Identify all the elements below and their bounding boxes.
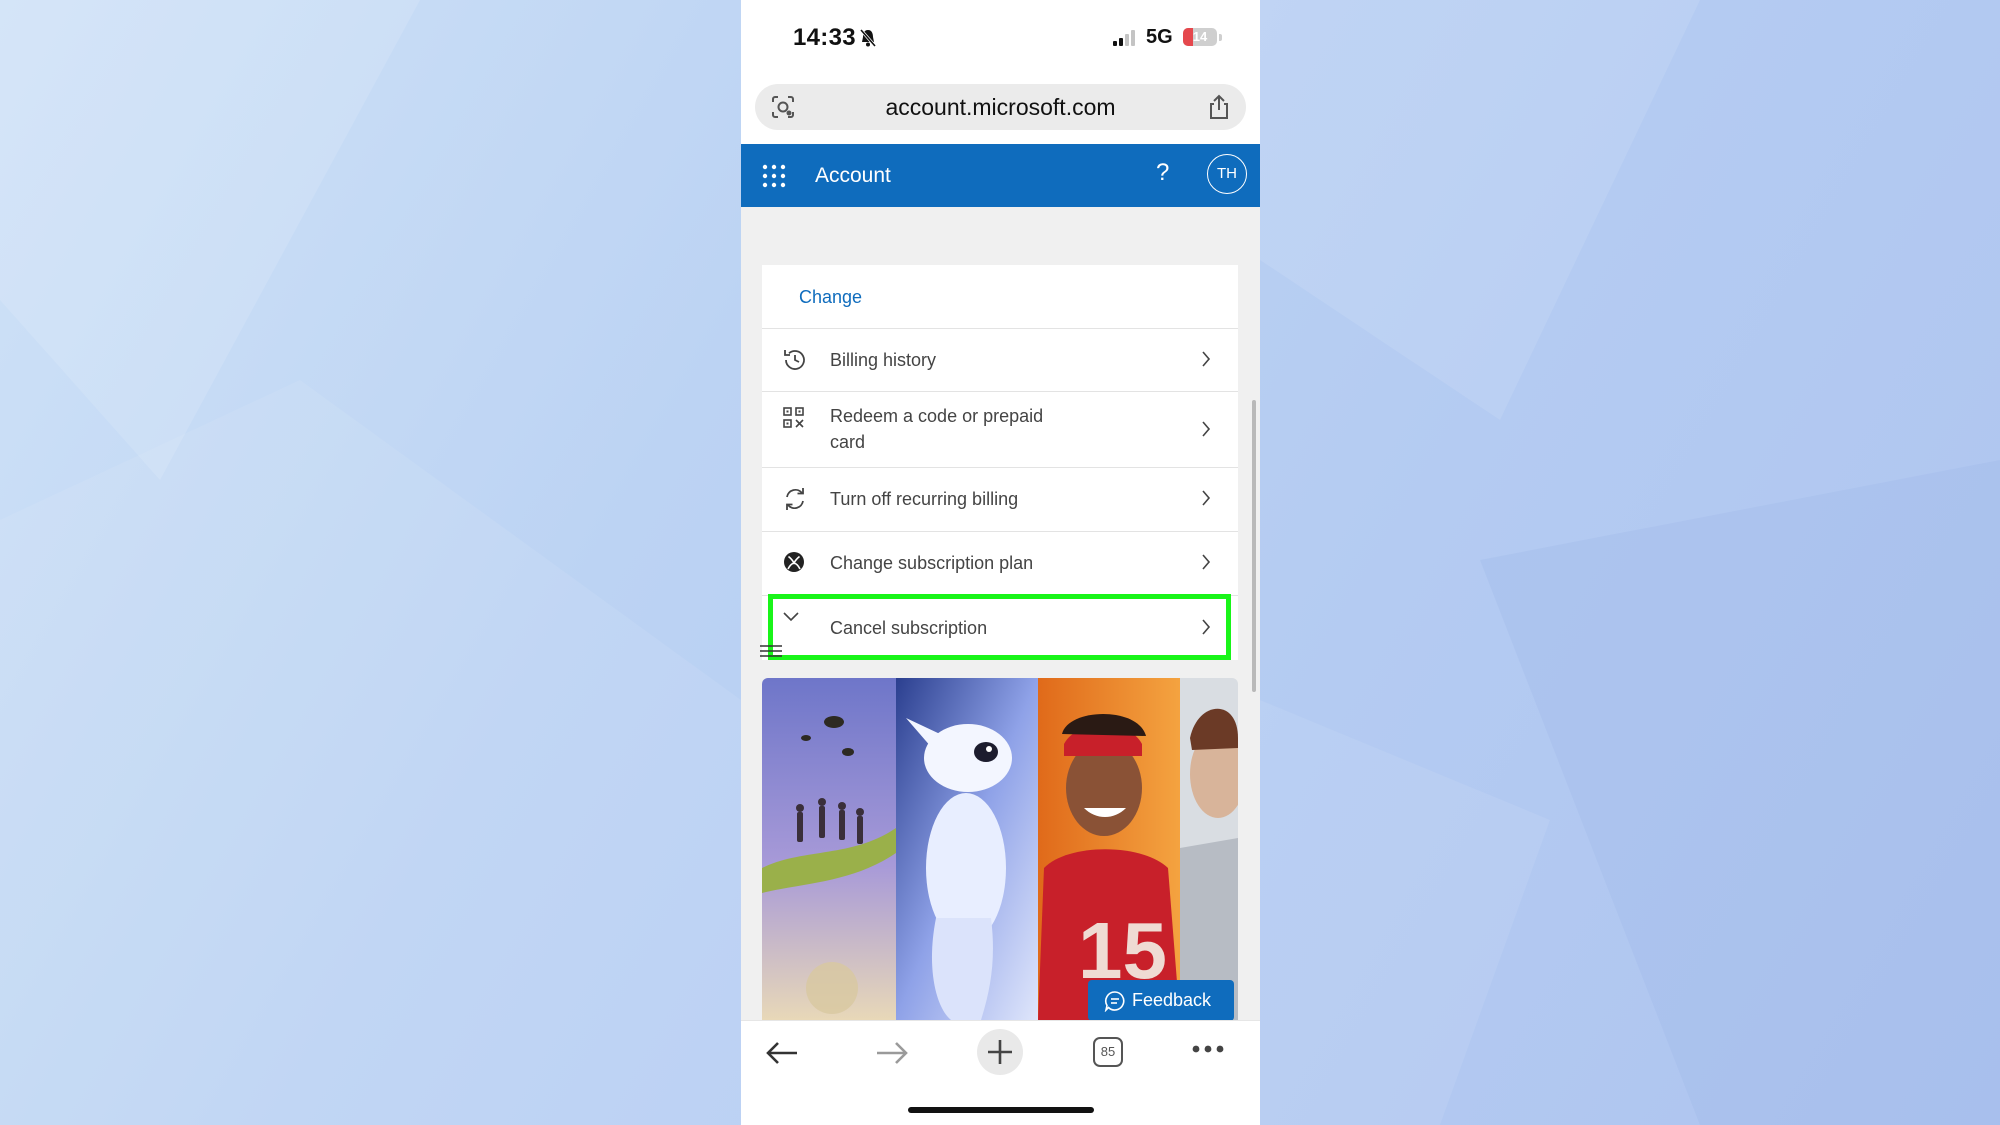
- qr-code-icon: [783, 407, 804, 428]
- address-bar[interactable]: account.microsoft.com: [755, 84, 1246, 130]
- battery-percent: 14: [1192, 29, 1208, 44]
- clock: 14:33: [793, 24, 856, 51]
- chevron-right-icon: [1202, 421, 1211, 437]
- feedback-label: Feedback: [1132, 990, 1212, 1010]
- feedback-button[interactable]: Feedback: [1088, 980, 1234, 1020]
- history-icon: [784, 350, 805, 370]
- grounded-game-art: [762, 678, 896, 1020]
- share-icon[interactable]: [1206, 93, 1232, 121]
- menu-item-turn-off-recurring-billing[interactable]: Turn off recurring billing: [762, 468, 1238, 532]
- forward-arrow-icon[interactable]: [875, 1041, 909, 1065]
- status-bar: 14:33 5G 14: [741, 0, 1260, 78]
- madden-game-art: 15: [1038, 678, 1180, 1020]
- scrollbar[interactable]: [1252, 400, 1256, 692]
- ori-game-art: [896, 678, 1038, 1020]
- network-type: 5G: [1146, 26, 1173, 48]
- back-arrow-icon[interactable]: [765, 1041, 799, 1065]
- drag-handle-icon[interactable]: [760, 643, 782, 659]
- menu-item-label: Change subscription plan: [830, 553, 1034, 573]
- account-header: Account ? TH: [741, 144, 1260, 207]
- signal-strength-icon: [1113, 30, 1135, 46]
- game-pass-artwork: 15: [762, 678, 1238, 1020]
- menu-item-redeem-code[interactable]: Redeem a code or prepaid card: [762, 392, 1238, 468]
- battery-icon: 14: [1183, 28, 1217, 46]
- page-content: Change Billing history Redeem a code or …: [741, 207, 1260, 1020]
- xbox-icon: [784, 552, 804, 572]
- menu-item-label: Redeem a code or prepaid card: [830, 406, 1044, 452]
- chevron-right-icon: [1202, 554, 1211, 570]
- change-row: Change: [762, 265, 1238, 329]
- menu-item-label: Turn off recurring billing: [830, 489, 1019, 509]
- chevron-right-icon: [1202, 490, 1211, 506]
- chat-bubble-icon: [1104, 991, 1125, 1012]
- avatar[interactable]: TH: [1207, 154, 1247, 194]
- silent-bell-icon: [859, 29, 877, 47]
- help-icon[interactable]: ?: [1156, 159, 1169, 187]
- menu-item-billing-history[interactable]: Billing history: [762, 329, 1238, 392]
- menu-item-label: Billing history: [830, 350, 937, 370]
- url-text[interactable]: account.microsoft.com: [755, 94, 1246, 121]
- home-indicator[interactable]: [908, 1107, 1094, 1113]
- plus-icon: [988, 1040, 1012, 1064]
- phone-screen: 14:33 5G 14 account.microsoft.com Accoun…: [741, 0, 1260, 1125]
- change-link[interactable]: Change: [799, 287, 862, 308]
- header-title[interactable]: Account: [815, 164, 891, 188]
- refresh-icon: [786, 488, 804, 510]
- battery-terminal: [1219, 34, 1222, 41]
- menu-item-change-subscription-plan[interactable]: Change subscription plan: [762, 532, 1238, 596]
- tab-switcher-button[interactable]: 85: [1093, 1037, 1123, 1067]
- app-launcher-icon[interactable]: [762, 164, 786, 188]
- chevron-right-icon: [1202, 351, 1211, 367]
- highlight-box: [768, 594, 1231, 660]
- jedi-game-art: [1180, 678, 1238, 1020]
- more-options-icon[interactable]: [1191, 1043, 1225, 1055]
- new-tab-button[interactable]: [977, 1029, 1023, 1075]
